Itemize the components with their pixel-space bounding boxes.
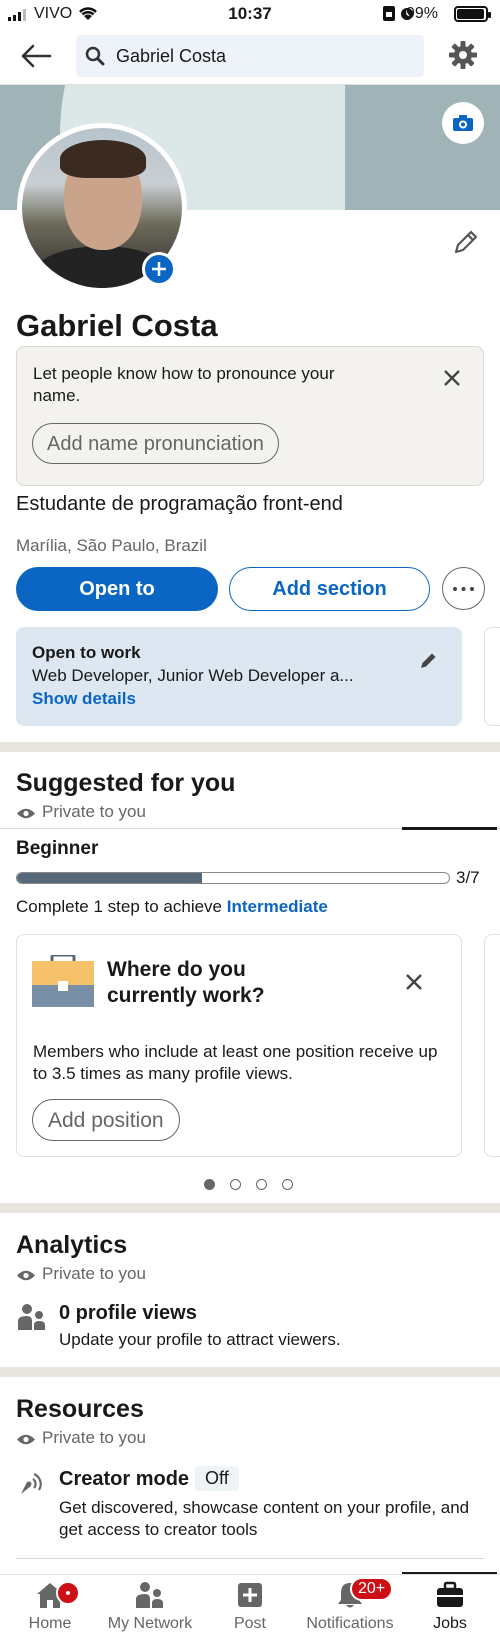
page-dot[interactable] xyxy=(230,1179,241,1190)
ellipsis-icon xyxy=(453,587,474,591)
nav-label: Home xyxy=(28,1615,72,1632)
close-icon[interactable] xyxy=(405,973,423,991)
page-dot[interactable] xyxy=(256,1179,267,1190)
profile-strength-level: Beginner xyxy=(16,838,99,859)
search-input[interactable]: Gabriel Costa xyxy=(76,35,424,77)
nav-notifications[interactable]: 20+ Notifications xyxy=(300,1575,400,1636)
show-details-link[interactable]: Show details xyxy=(32,689,136,709)
post-plus-icon xyxy=(238,1583,262,1607)
profile-name: Gabriel Costa xyxy=(16,308,218,343)
more-options-button[interactable] xyxy=(442,567,485,610)
page-dot[interactable] xyxy=(282,1179,293,1190)
suggestion-title: Where do you currently work? xyxy=(107,958,265,1007)
eye-icon xyxy=(17,808,35,819)
progress-fill xyxy=(17,873,203,883)
profile-views-count[interactable]: 0 profile views xyxy=(59,1302,197,1325)
search-value: Gabriel Costa xyxy=(116,46,227,66)
creator-mode-row[interactable]: Creator mode Off xyxy=(59,1466,239,1491)
carousel-pagination xyxy=(204,1177,308,1195)
section-divider xyxy=(0,1203,500,1213)
section-divider xyxy=(0,742,500,752)
creator-mode-status-badge: Off xyxy=(195,1466,239,1491)
people-icon xyxy=(18,1304,45,1330)
briefcase-icon xyxy=(32,955,94,1007)
resources-title: Resources xyxy=(16,1395,144,1423)
people-icon xyxy=(136,1582,163,1608)
suggested-private-label: Private to you xyxy=(16,802,146,822)
profile-strength-bar xyxy=(16,872,450,884)
battery-icon xyxy=(454,6,491,22)
nav-label: Post xyxy=(233,1615,266,1632)
plus-icon xyxy=(152,262,166,276)
progress-label: 3/7 xyxy=(456,868,480,887)
open-to-work-title: Open to work xyxy=(32,643,141,662)
add-section-button[interactable]: Add section xyxy=(229,567,430,611)
edit-profile-pencil-icon[interactable] xyxy=(452,228,480,256)
suggestion-description: Members who include at least one positio… xyxy=(33,1042,438,1083)
next-level-hint: Complete 1 step to achieve Intermediate xyxy=(16,897,328,916)
eye-icon xyxy=(17,1270,35,1281)
status-bar: VIVO 10:37 99% xyxy=(0,0,500,28)
search-icon xyxy=(85,46,105,66)
next-suggestion-peek xyxy=(484,934,500,1157)
gear-icon[interactable] xyxy=(448,40,478,70)
nav-label: My Network xyxy=(107,1615,193,1632)
battery-percent: 99% xyxy=(405,5,438,22)
next-card-peek xyxy=(484,627,500,726)
open-to-work-roles: Web Developer, Junior Web Developer a... xyxy=(32,666,354,685)
notification-dot xyxy=(56,1581,80,1605)
analytics-private-label: Private to you xyxy=(16,1264,146,1284)
add-photo-button[interactable] xyxy=(142,252,176,286)
add-name-pronunciation-button[interactable]: Add name pronunciation xyxy=(32,423,279,464)
open-to-work-card[interactable]: Open to work Web Developer, Junior Web D… xyxy=(16,627,462,726)
nav-jobs[interactable]: Jobs xyxy=(400,1575,500,1636)
add-position-button[interactable]: Add position xyxy=(32,1099,180,1141)
back-arrow-icon[interactable] xyxy=(20,42,52,70)
pronunciation-card: Let people know how to pronounce your na… xyxy=(16,346,484,486)
bottom-nav: Home My Network Post 20+ Notifications J… xyxy=(0,1574,500,1636)
suggested-title: Suggested for you xyxy=(16,769,236,797)
nav-label: Notifications xyxy=(306,1615,394,1632)
suggestion-card: Where do you currently work? Members who… xyxy=(16,934,462,1157)
camera-icon xyxy=(453,115,473,131)
briefcase-icon xyxy=(437,1581,463,1607)
notification-count-badge: 20+ xyxy=(350,1577,394,1601)
page-dot[interactable] xyxy=(204,1179,215,1190)
lock-rotation-icon xyxy=(383,6,395,21)
nav-label: Jobs xyxy=(433,1615,467,1632)
open-to-button[interactable]: Open to xyxy=(16,567,218,611)
pronunciation-prompt: Let people know how to pronounce your na… xyxy=(33,364,335,405)
creator-mode-title: Creator mode xyxy=(59,1468,190,1490)
broadcast-icon xyxy=(21,1472,42,1494)
next-level-link[interactable]: Intermediate xyxy=(227,897,328,916)
creator-mode-description: Get discovered, showcase content on your… xyxy=(59,1498,470,1539)
nav-post[interactable]: Post xyxy=(200,1575,300,1636)
top-bar: Gabriel Costa xyxy=(0,28,500,85)
close-icon[interactable] xyxy=(443,369,461,387)
profile-location: Marília, São Paulo, Brazil xyxy=(16,536,207,555)
nav-my-network[interactable]: My Network xyxy=(100,1575,200,1636)
resources-private-label: Private to you xyxy=(16,1428,146,1448)
edit-banner-button[interactable] xyxy=(442,102,484,144)
profile-views-subtitle: Update your profile to attract viewers. xyxy=(59,1330,341,1349)
nav-home[interactable]: Home xyxy=(0,1575,100,1636)
edit-pencil-icon[interactable] xyxy=(418,649,440,671)
profile-headline: Estudante de programação front-end xyxy=(16,493,343,515)
section-divider xyxy=(0,1367,500,1377)
eye-icon xyxy=(17,1434,35,1445)
analytics-title: Analytics xyxy=(16,1231,128,1259)
